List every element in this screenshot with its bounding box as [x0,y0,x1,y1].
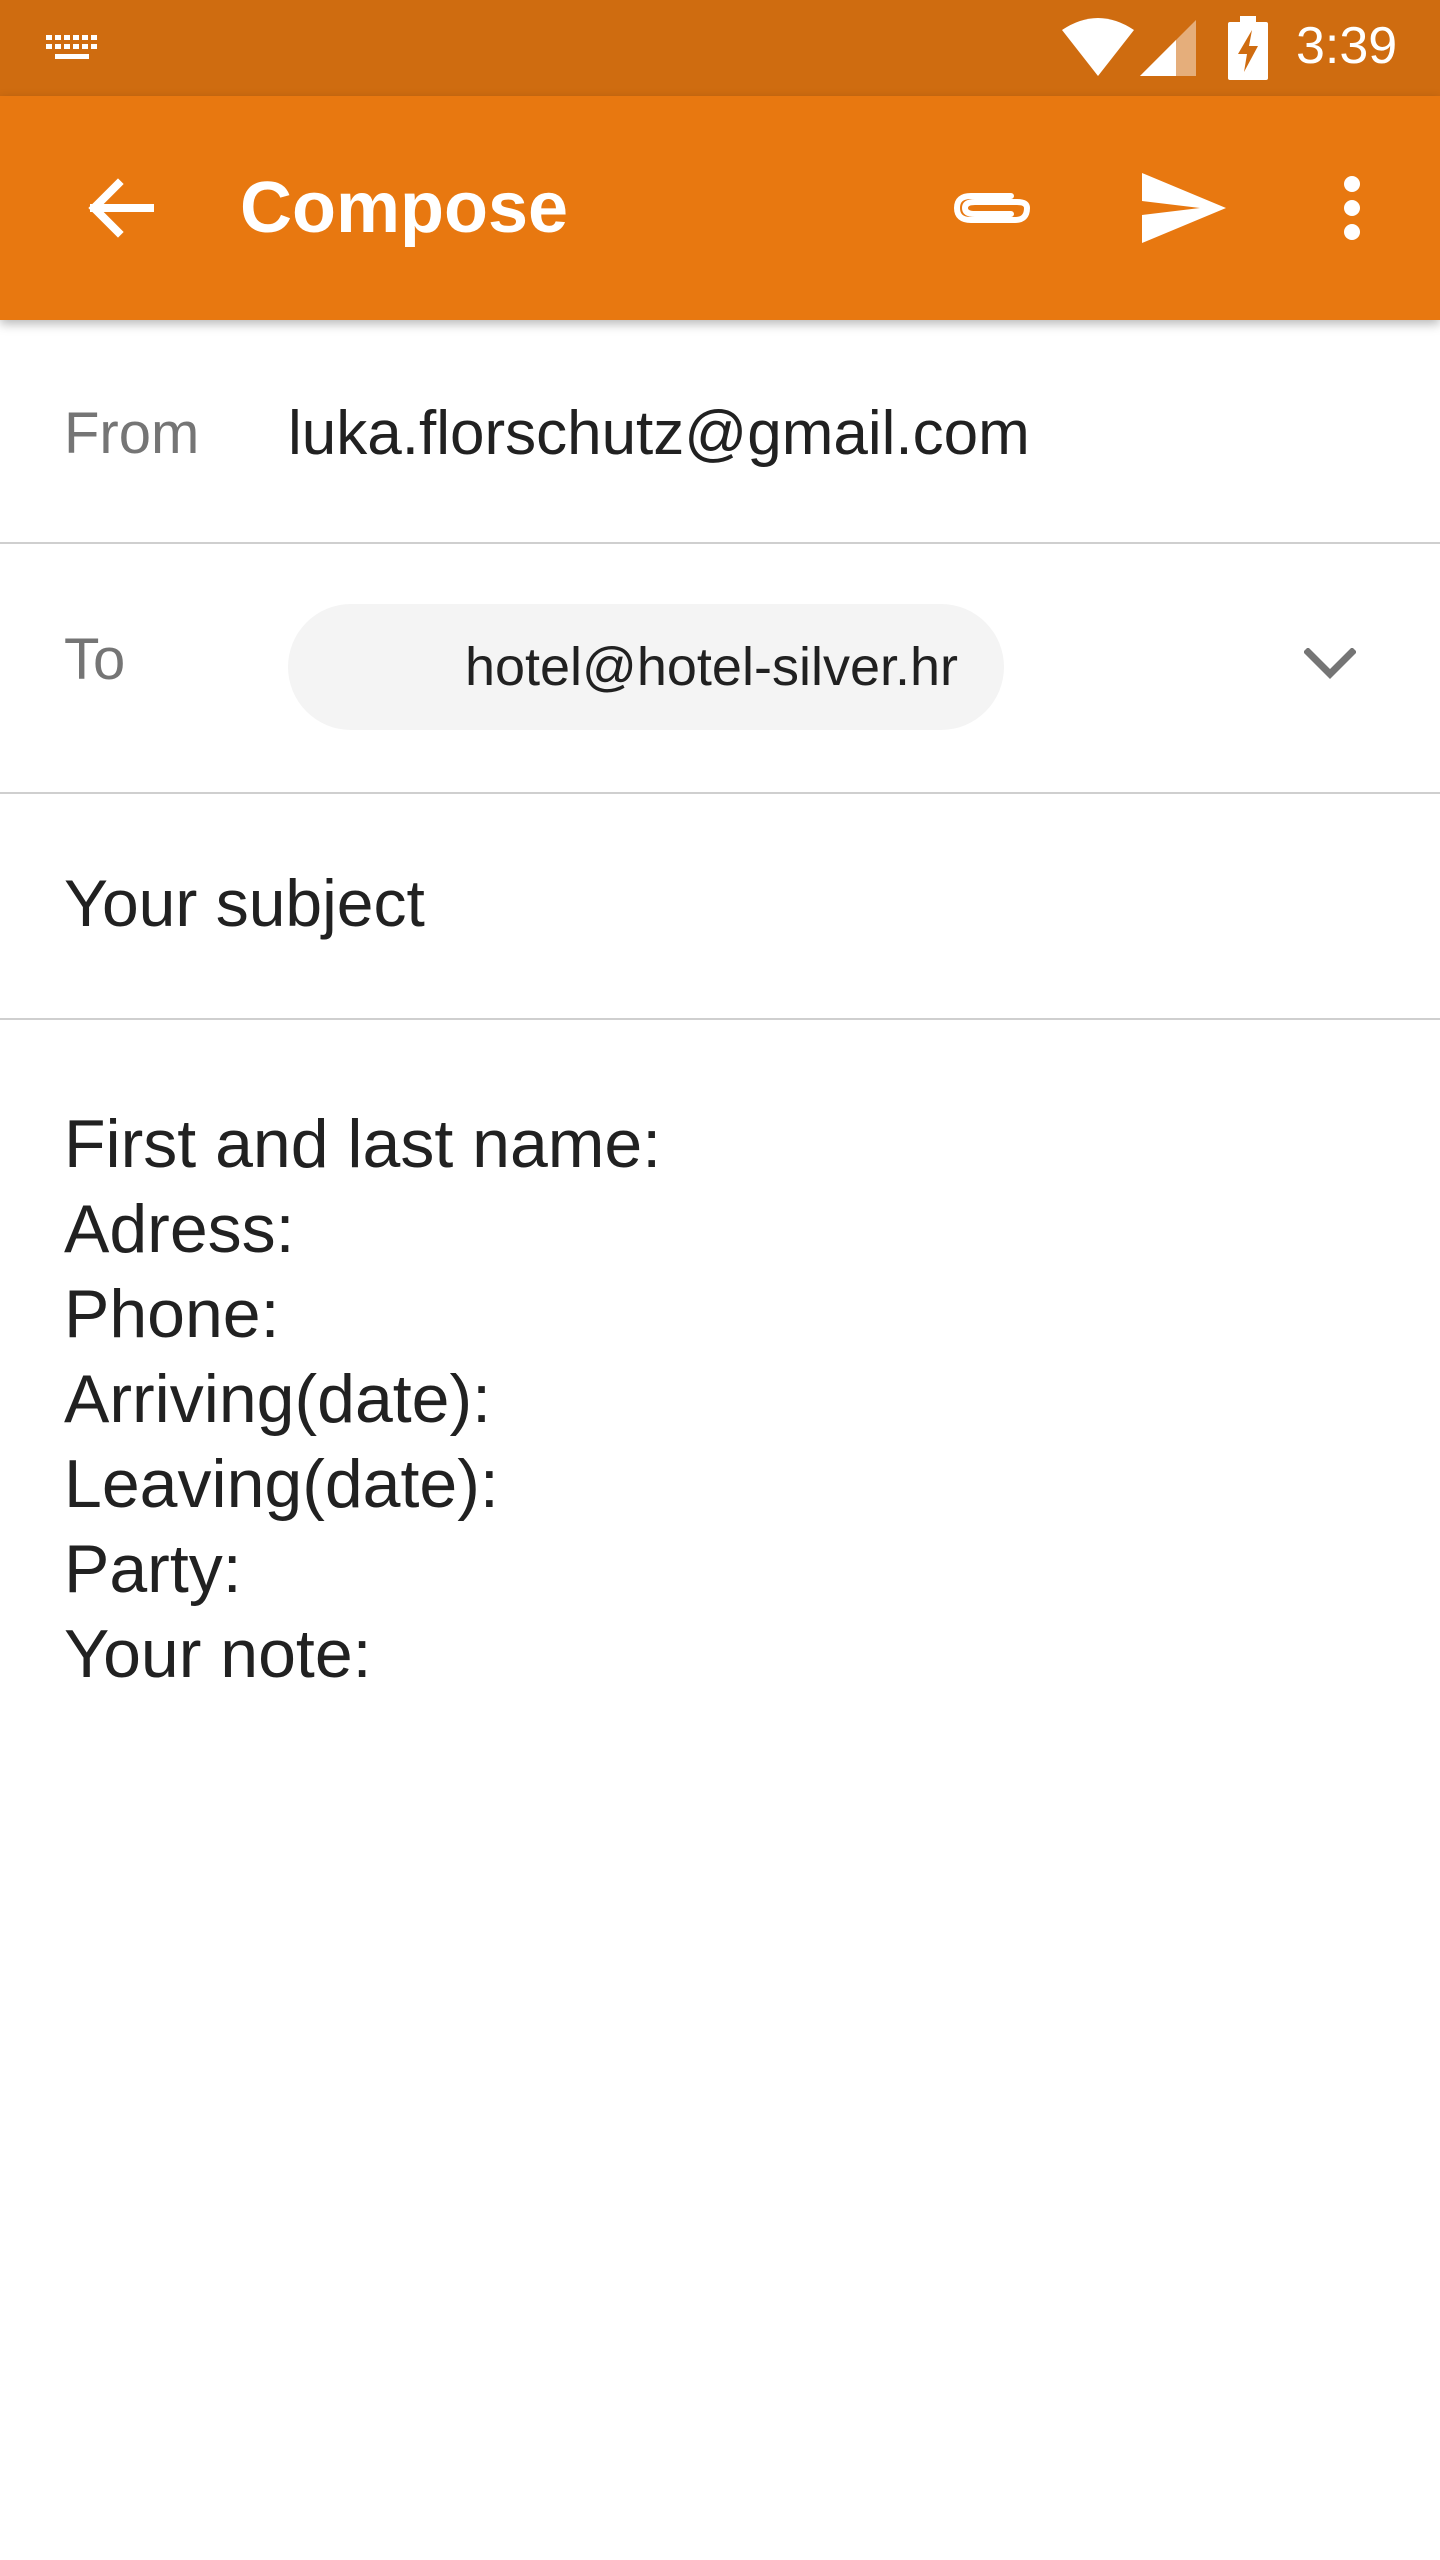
to-row: To hotel@hotel-silver.hr [0,544,1440,794]
body-line: Party: [64,1531,242,1607]
body-line: Phone: [64,1276,280,1352]
from-row: From luka.florschutz@gmail.com [0,320,1440,544]
body-line: Adress: [64,1191,295,1267]
message-body-text: First and last name: Adress: Phone: Arri… [64,1102,661,1697]
message-body-field[interactable]: First and last name: Adress: Phone: Arri… [0,1020,1440,2560]
cell-signal-icon [1140,20,1196,76]
to-label: To [64,627,126,692]
attach-button[interactable] [932,148,1052,268]
expand-recipients-button[interactable] [1270,604,1390,724]
send-icon [1142,173,1226,243]
recipient-chip-text: hotel@hotel-silver.hr [464,637,958,697]
subject-row: Your subject [0,794,1440,1020]
body-line: Leaving(date): [64,1446,499,1522]
app-bar: Compose [0,96,1440,320]
chevron-down-icon [1304,648,1356,679]
from-label: From [64,401,200,466]
status-time: 3:39 [1296,17,1398,75]
body-line: Your note: [64,1616,372,1692]
from-account-selector[interactable]: luka.florschutz@gmail.com [288,398,1030,469]
status-bar: 3:39 [0,0,1440,96]
body-line: Arriving(date): [64,1361,492,1437]
more-vert-icon [1344,176,1360,240]
page-title: Compose [240,168,569,248]
send-button[interactable] [1124,148,1244,268]
battery-charging-icon [1228,16,1268,80]
keyboard-icon [46,35,97,59]
back-arrow-icon [88,178,154,238]
subject-input[interactable]: Your subject [64,858,425,948]
wifi-icon [1062,18,1134,76]
body-line: First and last name: [64,1106,662,1182]
more-options-button[interactable] [1292,148,1412,268]
back-button[interactable] [60,148,180,268]
paperclip-icon [953,193,1031,223]
recipient-chip[interactable]: hotel@hotel-silver.hr [288,604,1004,730]
